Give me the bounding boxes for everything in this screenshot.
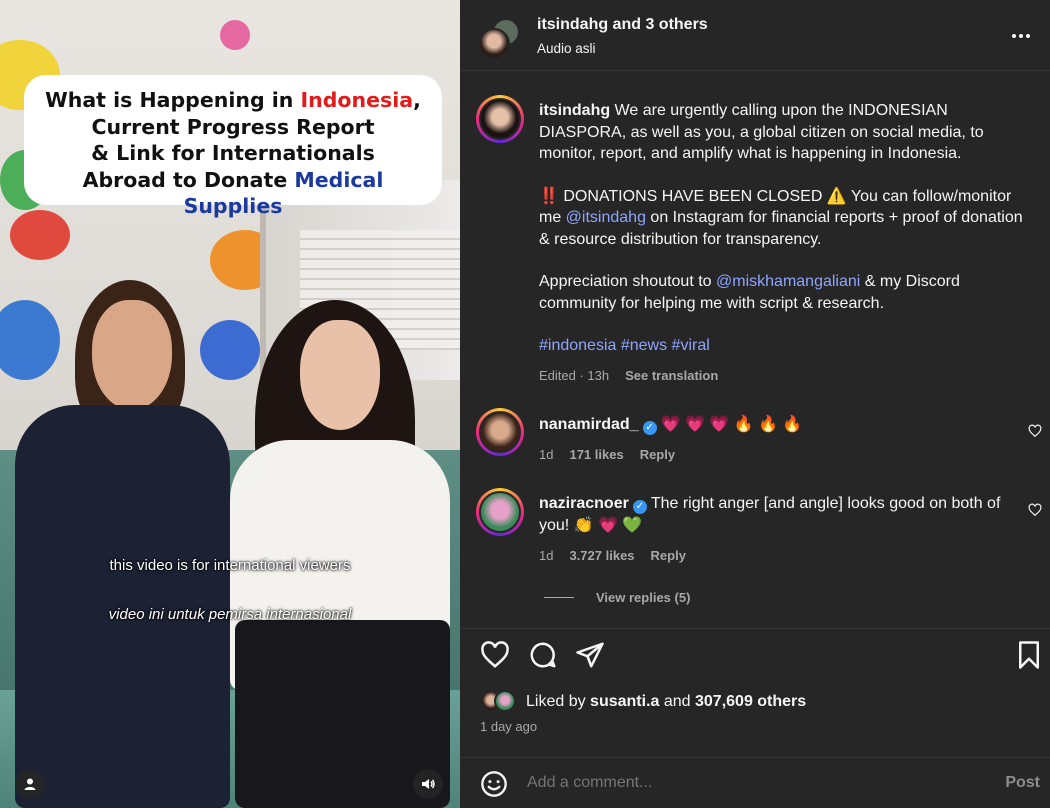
comment-username[interactable]: naziracnoer [539, 495, 629, 512]
verified-icon: ✓ [632, 500, 647, 514]
caption-meta: Edited · 13h See translation [539, 368, 718, 383]
liked-by-avatars [480, 690, 518, 714]
video-title-card: What is Happening in Indonesia, Current … [24, 75, 442, 218]
header-others[interactable]: and 3 others [608, 16, 708, 33]
comment-time: 1d [539, 548, 554, 563]
heart-icon[interactable] [1028, 424, 1042, 438]
subtitle-english: this video is for international viewers [109, 557, 351, 574]
avatar[interactable] [476, 408, 524, 456]
caption-paragraph-3: Appreciation shoutout to [539, 273, 717, 290]
liked-by-and: and [659, 693, 695, 710]
avatar[interactable] [476, 488, 524, 536]
bookmark-icon[interactable] [1014, 640, 1044, 670]
more-icon[interactable] [1012, 26, 1036, 46]
header-username[interactable]: itsindahg [537, 16, 608, 33]
share-icon[interactable] [575, 640, 605, 670]
view-replies-button[interactable]: View replies (5) [544, 590, 690, 605]
liked-by-text: Liked by susanti.a and 307,609 others [526, 693, 806, 711]
header-title: itsindahg and 3 others [537, 16, 708, 34]
title-line-3: & Link for Internationals [91, 141, 375, 165]
see-translation-button[interactable]: See translation [625, 368, 718, 383]
title-line-1: What is Happening in [45, 88, 301, 112]
post-caption: itsindahg We are urgently calling upon t… [539, 100, 1034, 357]
comment-input[interactable] [527, 774, 967, 792]
avatar [478, 28, 510, 60]
heart-icon[interactable] [1028, 503, 1042, 517]
replies-line [544, 597, 574, 598]
paint-splash-blue [0, 300, 60, 380]
comment-box: Post [460, 758, 1050, 808]
paint-splash-blue-2 [200, 320, 260, 380]
paint-splash-pink [220, 20, 250, 50]
view-replies-label: View replies (5) [596, 590, 691, 605]
comment-likes[interactable]: 171 likes [569, 447, 623, 462]
divider [460, 70, 1050, 71]
mention-link[interactable]: @miskhamangaliani [716, 273, 860, 290]
caption-username[interactable]: itsindahg [539, 102, 610, 119]
comment-text: 💗 💗 💗 🔥 🔥 🔥 [660, 416, 803, 433]
comment-meta: 1d 171 likes Reply [539, 447, 675, 462]
mention-link[interactable]: @itsindahg [566, 209, 646, 226]
title-line-2: Current Progress Report [91, 114, 375, 139]
reply-button[interactable]: Reply [640, 447, 675, 462]
volume-icon [422, 779, 435, 789]
liked-by-user[interactable]: susanti.a [590, 693, 659, 710]
edited-timestamp: Edited · 13h [539, 368, 610, 383]
post-header: itsindahg and 3 others Audio asli [460, 0, 1050, 70]
subtitle-indonesian: video ini untuk pemirsa internasional [108, 606, 352, 623]
title-indonesia: Indonesia [300, 88, 414, 112]
comment-meta: 1d 3.727 likes Reply [539, 548, 686, 563]
post-timestamp[interactable]: 1 day ago [480, 719, 537, 734]
heart-icon[interactable] [480, 640, 510, 670]
user-icon [24, 778, 36, 790]
divider [460, 628, 1050, 629]
avatar [494, 690, 516, 712]
comment: nanamirdad_ ✓ 💗 💗 💗 🔥 🔥 🔥 [539, 414, 1034, 436]
comment: naziracnoer ✓ The right anger [and angle] … [539, 493, 1034, 536]
hashtags[interactable]: #indonesia #news #viral [539, 337, 710, 354]
avatar[interactable] [476, 95, 524, 143]
reply-button[interactable]: Reply [651, 548, 686, 563]
post-comment-button[interactable]: Post [1005, 774, 1040, 792]
liked-by-prefix: Liked by [526, 693, 591, 710]
collab-avatars[interactable] [478, 18, 520, 60]
post-media[interactable]: What is Happening in Indonesia, Current … [0, 0, 460, 808]
title-line-4: Abroad to Donate [82, 167, 295, 192]
likes-count[interactable]: 307,609 others [695, 693, 806, 710]
comment-likes[interactable]: 3.727 likes [569, 548, 634, 563]
post-actions [460, 640, 1050, 676]
comment-username[interactable]: nanamirdad_ [539, 416, 639, 433]
emoji-icon[interactable] [480, 770, 508, 798]
liked-by: Liked by susanti.a and 307,609 others [480, 690, 806, 714]
audio-link[interactable]: Audio asli [537, 41, 596, 56]
post-details-panel: itsindahg and 3 others Audio asli itsind… [460, 0, 1050, 808]
title-comma: , [413, 88, 421, 112]
comment-time: 1d [539, 447, 554, 462]
tagged-users-button[interactable] [15, 769, 45, 799]
mute-button[interactable] [413, 769, 443, 799]
comment-icon[interactable] [528, 640, 558, 670]
verified-icon: ✓ [642, 421, 657, 435]
